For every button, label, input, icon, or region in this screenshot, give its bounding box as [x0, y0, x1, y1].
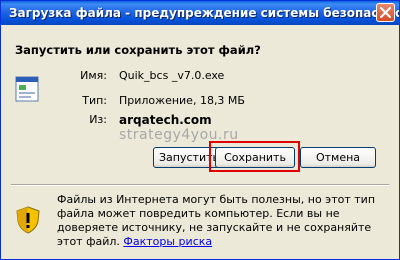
close-button[interactable]: [376, 3, 395, 22]
save-button[interactable]: Сохранить: [215, 147, 295, 168]
file-source-value: arqatech.com: [119, 113, 212, 127]
warning-text: Файлы из Интернета могут быть полезны, н…: [57, 193, 376, 248]
dialog-question: Запустить или сохранить этот файл?: [15, 43, 261, 57]
title-bar[interactable]: Загрузка файла - предупреждение системы …: [1, 1, 399, 25]
application-file-icon: [15, 76, 39, 102]
warning-message: Файлы из Интернета могут быть полезны, н…: [57, 193, 387, 249]
file-download-dialog: Загрузка файла - предупреждение системы …: [0, 0, 400, 260]
cancel-button[interactable]: Отмена: [300, 147, 376, 168]
file-source-label: Из:: [89, 113, 107, 126]
file-type-label: Тип:: [82, 94, 107, 107]
close-icon: [380, 7, 391, 18]
file-type-value: Приложение, 18,3 МБ: [119, 94, 245, 107]
risk-factors-link[interactable]: Факторы риска: [123, 235, 212, 248]
file-name-label: Имя:: [80, 69, 107, 82]
divider: [11, 184, 389, 186]
file-name-value: Quik_bcs _v7.0.exe: [119, 69, 225, 82]
security-shield-icon: [16, 206, 40, 234]
dialog-title: Загрузка файла - предупреждение системы …: [9, 6, 400, 20]
